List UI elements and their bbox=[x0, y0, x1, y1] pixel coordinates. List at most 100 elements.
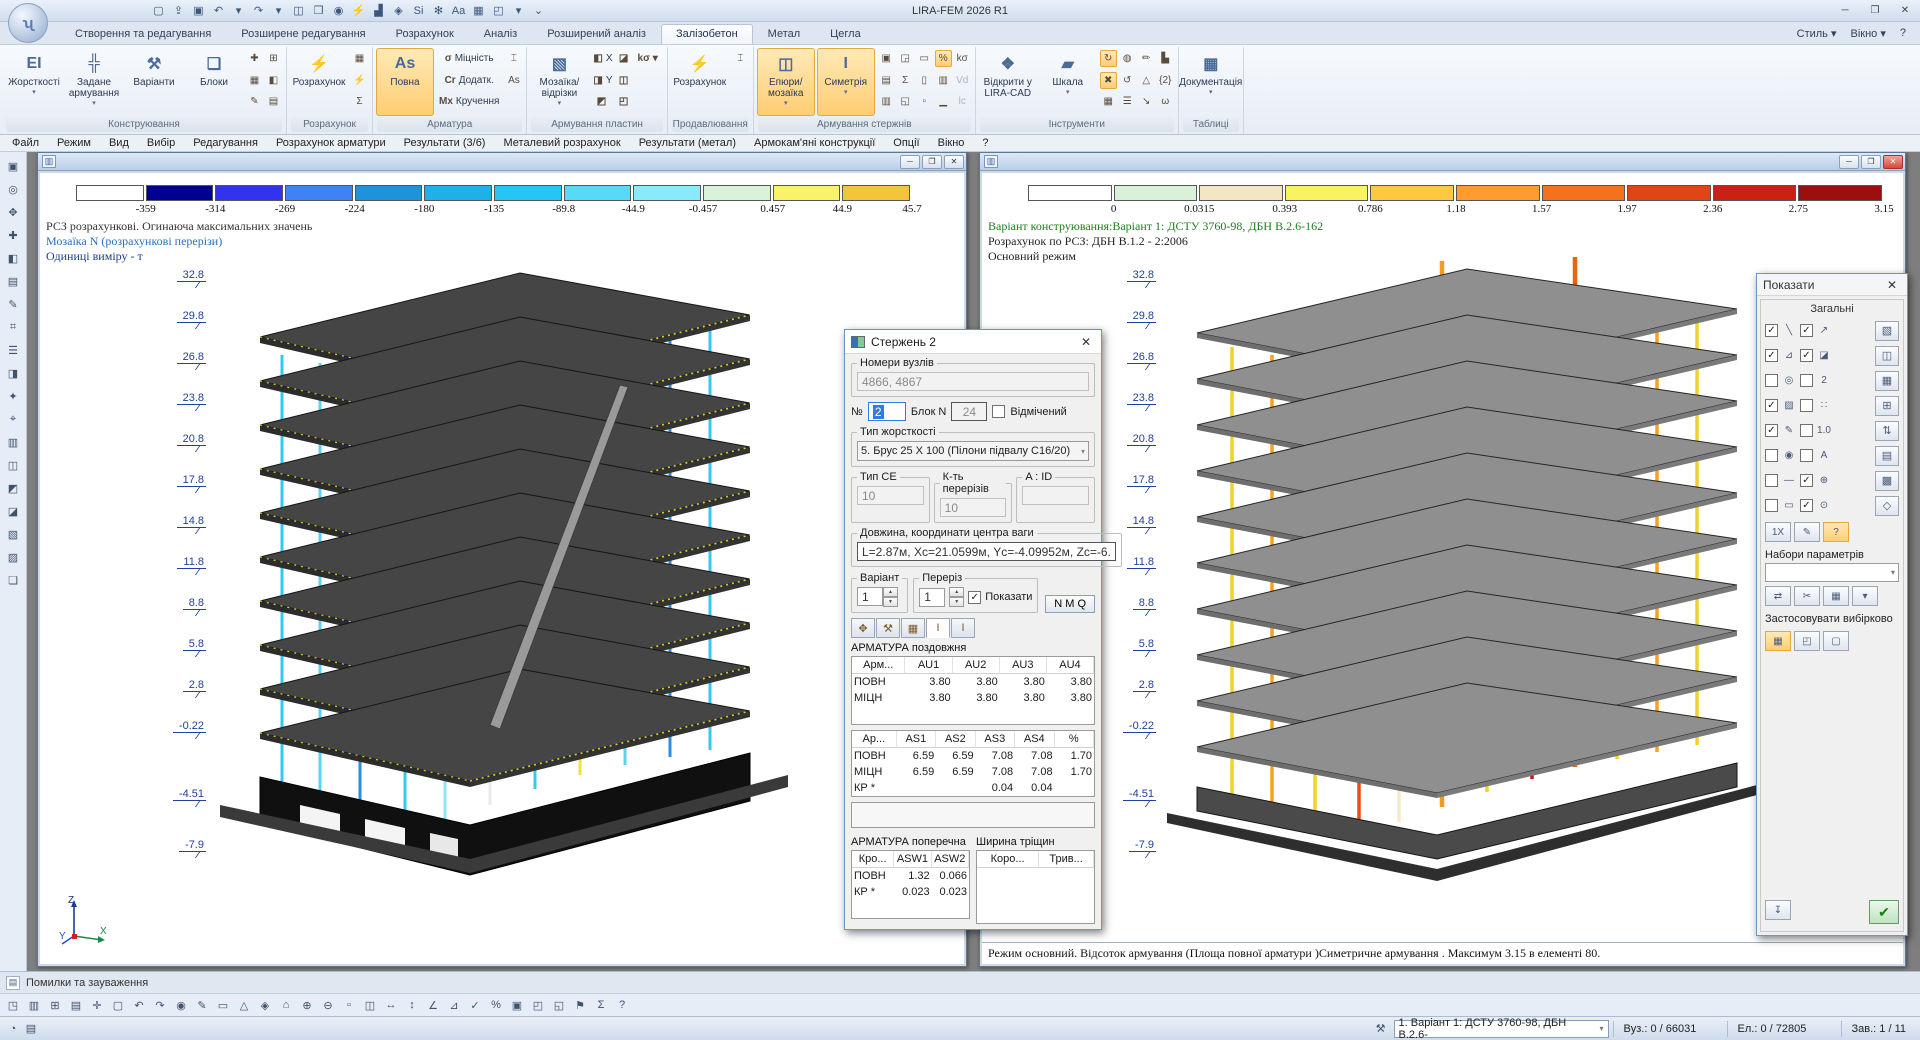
ribbon-small-icon[interactable]: ▦ bbox=[246, 72, 263, 89]
lock-icon[interactable]: ◈ bbox=[390, 2, 407, 19]
bottom-toolbar-icon[interactable]: ⊿ bbox=[444, 996, 464, 1015]
dialog-tab-icon[interactable]: I bbox=[926, 618, 950, 638]
left-toolbar-icon[interactable]: ◩ bbox=[3, 478, 24, 499]
statusbar-icon[interactable]: ▤ bbox=[22, 1020, 40, 1038]
ribbon-text-button[interactable]: σМіцність bbox=[437, 50, 501, 67]
menu-item[interactable]: Вікно bbox=[930, 136, 973, 150]
show-option-checkbox[interactable]: ✓ bbox=[1765, 399, 1778, 412]
ribbon-small-icon[interactable]: ▤ bbox=[878, 72, 895, 89]
ribbon-small-icon[interactable]: ◰ bbox=[617, 93, 634, 110]
show-option-button[interactable]: ▩ bbox=[1875, 471, 1899, 491]
ribbon-small-icon[interactable]: kσ bbox=[954, 50, 971, 67]
show-option-checkbox[interactable]: ✓ bbox=[1765, 424, 1778, 437]
child-close-button[interactable]: ✕ bbox=[1883, 155, 1903, 169]
save-icon[interactable]: ▣ bbox=[190, 2, 207, 19]
bottom-toolbar-icon[interactable]: ↷ bbox=[150, 996, 170, 1015]
ribbon-small-icon[interactable]: ▫ bbox=[916, 93, 933, 110]
ribbon-right-menu-item[interactable]: ? bbox=[1900, 27, 1906, 40]
left-toolbar-icon[interactable]: ✥ bbox=[3, 202, 24, 223]
show-section-checkbox[interactable]: ✓ bbox=[968, 591, 981, 604]
child-restore-button[interactable]: ❐ bbox=[922, 155, 942, 169]
ribbon-tab[interactable]: Розрахунок bbox=[381, 24, 469, 44]
redo-icon[interactable]: ↷ bbox=[250, 2, 267, 19]
left-toolbar-icon[interactable]: ❏ bbox=[3, 570, 24, 591]
ribbon-small-icon[interactable]: ◧X bbox=[591, 50, 614, 67]
ribbon-small-icon[interactable]: ▣ bbox=[878, 50, 895, 67]
ribbon-small-icon[interactable]: ✖ bbox=[1100, 72, 1117, 89]
menu-item[interactable]: Результати (3/6) bbox=[396, 136, 494, 150]
ribbon-small-icon[interactable]: ▁ bbox=[935, 93, 952, 110]
show-option-button[interactable]: ▦ bbox=[1875, 371, 1899, 391]
ribbon-tab[interactable]: Аналіз bbox=[469, 24, 532, 44]
variant-down-icon[interactable]: ▼ bbox=[883, 597, 898, 607]
ribbon-small-icon[interactable]: kσ ▾ bbox=[636, 50, 663, 67]
ribbon-small-icon[interactable]: ▤ bbox=[265, 93, 282, 110]
ribbon-small-icon[interactable]: ✏ bbox=[1138, 50, 1155, 67]
left-toolbar-icon[interactable]: ⌗ bbox=[3, 317, 24, 338]
show-panel-close-icon[interactable]: ✕ bbox=[1883, 278, 1901, 292]
show-option-button[interactable]: ⊞ bbox=[1875, 396, 1899, 416]
marked-checkbox[interactable] bbox=[992, 405, 1005, 418]
ribbon-small-icon[interactable]: ◱ bbox=[897, 93, 914, 110]
left-toolbar-icon[interactable]: ✚ bbox=[3, 225, 24, 246]
bottom-toolbar-icon[interactable]: ✛ bbox=[87, 996, 107, 1015]
ribbon-tab[interactable]: Цегла bbox=[815, 24, 876, 44]
bottom-toolbar-icon[interactable]: ◳ bbox=[3, 996, 23, 1015]
package-icon[interactable]: ◫ bbox=[290, 2, 307, 19]
dialog-tab-icon[interactable]: I bbox=[951, 618, 975, 638]
show-option-button[interactable]: ◫ bbox=[1875, 346, 1899, 366]
show-panel-button[interactable]: 1X bbox=[1765, 522, 1791, 542]
show-option-button[interactable]: ⇅ bbox=[1875, 421, 1899, 441]
element-number-input[interactable]: 2 bbox=[868, 402, 906, 421]
show-panel-button[interactable]: ✎ bbox=[1794, 522, 1820, 542]
bottom-toolbar-icon[interactable]: ◈ bbox=[255, 996, 275, 1015]
left-toolbar-icon[interactable]: ▤ bbox=[3, 271, 24, 292]
show-panel-button[interactable]: ▢ bbox=[1823, 631, 1849, 651]
import-icon[interactable]: ⇪ bbox=[170, 2, 187, 19]
chart-icon[interactable]: ▟ bbox=[370, 2, 387, 19]
ribbon-small-icon[interactable]: ▥ bbox=[878, 93, 895, 110]
menu-item[interactable]: Режим bbox=[49, 136, 99, 150]
ribbon-small-icon[interactable]: ◧ bbox=[265, 72, 282, 89]
ribbon-small-icon[interactable]: ◩ bbox=[591, 93, 614, 110]
dialog-tab-icon[interactable]: ▦ bbox=[901, 618, 925, 638]
show-option-checkbox[interactable]: ✓ bbox=[1765, 349, 1778, 362]
run-icon[interactable]: ⚡ bbox=[350, 2, 367, 19]
show-panel-button[interactable]: ? bbox=[1823, 522, 1849, 542]
bottom-toolbar-icon[interactable]: ✎ bbox=[192, 996, 212, 1015]
menu-item[interactable]: Вид bbox=[101, 136, 137, 150]
font-icon[interactable]: Aa bbox=[450, 2, 467, 19]
ribbon-right-menu-item[interactable]: Вікно ▾ bbox=[1851, 27, 1886, 40]
show-option-button[interactable]: ▤ bbox=[1875, 446, 1899, 466]
ribbon-small-icon[interactable]: ▦ bbox=[1100, 93, 1117, 110]
ribbon-small-icon[interactable]: ↘ bbox=[1138, 93, 1155, 110]
bottom-toolbar-icon[interactable]: ∠ bbox=[423, 996, 443, 1015]
ribbon-small-icon[interactable]: ▥ bbox=[935, 72, 952, 89]
punching-calc-button[interactable]: ⚡ Розрахунок bbox=[671, 48, 729, 116]
section-input[interactable]: 1 bbox=[919, 588, 945, 607]
bottom-toolbar-icon[interactable]: ↶ bbox=[129, 996, 149, 1015]
left-window-titlebar[interactable]: ▥ ─ ❐ ✕ bbox=[38, 153, 966, 171]
child-close-button[interactable]: ✕ bbox=[944, 155, 964, 169]
child-restore-button[interactable]: ❐ bbox=[1861, 155, 1881, 169]
blocks-button[interactable]: ❏ Блоки bbox=[185, 48, 243, 116]
show-option-checkbox[interactable] bbox=[1765, 499, 1778, 512]
bottom-toolbar-icon[interactable]: △ bbox=[234, 996, 254, 1015]
open-in-lira-cad-button[interactable]: ❖ Відкрити у LIRA-CAD bbox=[979, 48, 1037, 116]
bottom-toolbar-icon[interactable]: % bbox=[486, 996, 506, 1015]
show-panel-button[interactable]: ✂ bbox=[1794, 586, 1820, 606]
ribbon-small-icon[interactable]: ω bbox=[1157, 93, 1174, 110]
bottom-toolbar-icon[interactable]: ⊕ bbox=[297, 996, 317, 1015]
bottom-toolbar-icon[interactable]: ↔ bbox=[381, 996, 401, 1015]
ribbon-small-icon[interactable]: ✎ bbox=[246, 93, 263, 110]
show-option-checkbox[interactable]: ✓ bbox=[1800, 324, 1813, 337]
show-option-checkbox[interactable]: ✓ bbox=[1800, 349, 1813, 362]
bottom-toolbar-icon[interactable]: ⊖ bbox=[318, 996, 338, 1015]
show-panel-button[interactable]: ▦ bbox=[1823, 586, 1849, 606]
ribbon-small-icon[interactable]: ⚡ bbox=[351, 72, 368, 89]
ribbon-text-button[interactable]: MxКручення bbox=[437, 93, 501, 110]
left-toolbar-icon[interactable]: ◨ bbox=[3, 363, 24, 384]
menu-item[interactable]: Файл bbox=[4, 136, 47, 150]
left-toolbar-icon[interactable]: ✦ bbox=[3, 386, 24, 407]
menu-item[interactable]: Редагування bbox=[185, 136, 266, 150]
